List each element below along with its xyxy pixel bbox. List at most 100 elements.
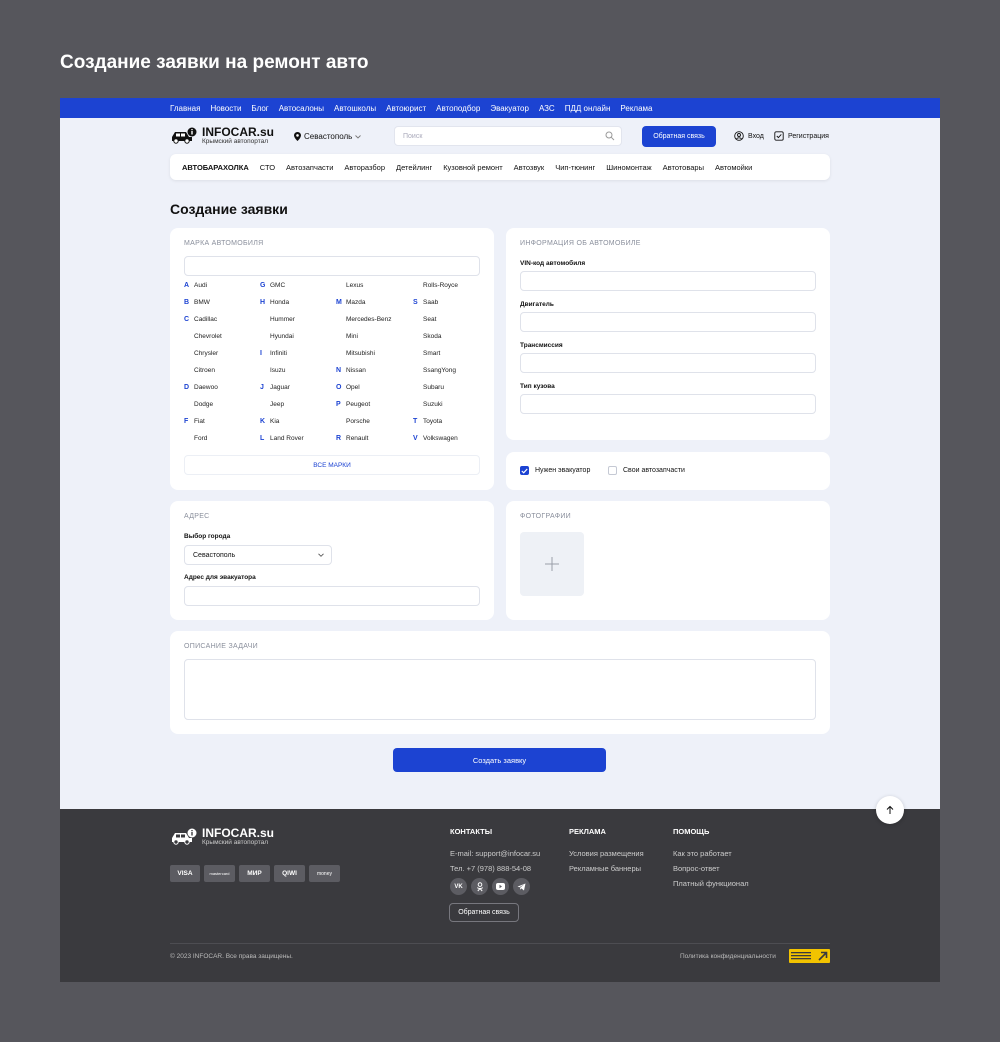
- search-icon[interactable]: [605, 131, 615, 141]
- cat-chip-tuning[interactable]: Чип-тюнинг: [555, 163, 595, 172]
- brand-item[interactable]: Citroen: [194, 367, 215, 374]
- all-brands-button[interactable]: ВСЕ МАРКИ: [184, 455, 480, 475]
- brand-item[interactable]: Jaguar: [270, 384, 290, 391]
- youtube-icon[interactable]: [492, 878, 509, 895]
- brand-item[interactable]: Smart: [423, 350, 440, 357]
- login-link[interactable]: Вход: [734, 131, 764, 141]
- cat-body-repair[interactable]: Кузовной ремонт: [443, 163, 502, 172]
- city-selector[interactable]: Севастополь: [294, 132, 362, 141]
- brand-item[interactable]: Saab: [423, 299, 438, 306]
- site-logo[interactable]: INFOCAR.su Крымский автопортал: [170, 126, 274, 145]
- brand-item[interactable]: Seat: [423, 316, 436, 323]
- brand-item[interactable]: BMW: [194, 299, 210, 306]
- brand-item[interactable]: GMC: [270, 282, 285, 289]
- help-paid-features-link[interactable]: Платный функционал: [673, 879, 749, 888]
- brand-item[interactable]: Fiat: [194, 418, 205, 425]
- privacy-policy-link[interactable]: Политика конфиденциальности: [680, 953, 776, 960]
- description-textarea[interactable]: [184, 659, 816, 720]
- topnav-item-dealers[interactable]: Автосалоны: [279, 104, 324, 113]
- brand-item[interactable]: Lexus: [346, 282, 363, 289]
- vk-icon[interactable]: VK: [450, 878, 467, 895]
- topnav-item-tow-truck[interactable]: Эвакуатор: [490, 104, 529, 113]
- brand-item[interactable]: Land Rover: [270, 435, 304, 442]
- telegram-icon[interactable]: [513, 878, 530, 895]
- create-request-button[interactable]: Создать заявку: [393, 748, 606, 772]
- cat-car-audio[interactable]: Автозвук: [514, 163, 545, 172]
- brand-item[interactable]: Chrysler: [194, 350, 218, 357]
- brand-item[interactable]: SsangYong: [423, 367, 456, 374]
- brand-item[interactable]: Porsche: [346, 418, 370, 425]
- brand-item[interactable]: Mitsubishi: [346, 350, 375, 357]
- topnav-item-news[interactable]: Новости: [210, 104, 241, 113]
- vin-input[interactable]: [520, 271, 816, 291]
- cat-flea-market[interactable]: АВТОБАРАХОЛКА: [182, 163, 249, 172]
- brand-item[interactable]: Rolls-Royce: [423, 282, 458, 289]
- help-how-it-works-link[interactable]: Как это работает: [673, 849, 749, 858]
- brand-item[interactable]: Peugeot: [346, 401, 370, 408]
- city-select[interactable]: Севастополь: [184, 545, 332, 565]
- brand-item[interactable]: Opel: [346, 384, 360, 391]
- contact-email[interactable]: E-mail: support@infocar.su: [450, 849, 540, 858]
- brand-item[interactable]: Isuzu: [270, 367, 286, 374]
- tow-checkbox[interactable]: [520, 466, 529, 475]
- engine-input[interactable]: [520, 312, 816, 332]
- ads-terms-link[interactable]: Условия размещения: [569, 849, 644, 858]
- brand-item[interactable]: Skoda: [423, 333, 441, 340]
- topnav-item-home[interactable]: Главная: [170, 104, 200, 113]
- brand-item[interactable]: Nissan: [346, 367, 366, 374]
- brand-item[interactable]: Dodge: [194, 401, 213, 408]
- brand-item[interactable]: Infiniti: [270, 350, 287, 357]
- topnav-item-lawyer[interactable]: Автоюрист: [386, 104, 426, 113]
- brand-item[interactable]: Hyundai: [270, 333, 294, 340]
- topnav-item-blog[interactable]: Блог: [251, 104, 268, 113]
- brand-item[interactable]: Renault: [346, 435, 368, 442]
- topnav-item-driving-schools[interactable]: Автошколы: [334, 104, 376, 113]
- brand-item[interactable]: Hummer: [270, 316, 295, 323]
- brand-search-input[interactable]: [184, 256, 480, 276]
- brand-item[interactable]: Audi: [194, 282, 207, 289]
- cat-service-stations[interactable]: СТО: [260, 163, 275, 172]
- footer-logo[interactable]: INFOCAR.su Крымский автопортал: [170, 827, 274, 846]
- ads-banners-link[interactable]: Рекламные баннеры: [569, 864, 644, 873]
- brand-item[interactable]: Cadillac: [194, 316, 217, 323]
- brand-item[interactable]: Mazda: [346, 299, 366, 306]
- brand-item[interactable]: Jeep: [270, 401, 284, 408]
- own-parts-option[interactable]: Свои автозапчасти: [608, 466, 685, 475]
- own-parts-checkbox[interactable]: [608, 466, 617, 475]
- cat-auto-goods[interactable]: Автотовары: [663, 163, 704, 172]
- cat-auto-parts[interactable]: Автозапчасти: [286, 163, 333, 172]
- developer-badge[interactable]: [789, 949, 830, 963]
- brand-item[interactable]: Daewoo: [194, 384, 218, 391]
- register-link[interactable]: Регистрация: [774, 131, 829, 141]
- transmission-input[interactable]: [520, 353, 816, 373]
- cat-tire-service[interactable]: Шиномонтаж: [606, 163, 651, 172]
- feedback-button[interactable]: Обратная связь: [642, 126, 716, 147]
- tow-address-input[interactable]: [184, 586, 480, 606]
- tow-option[interactable]: Нужен эвакуатор: [520, 466, 590, 475]
- cat-car-wash[interactable]: Автомойки: [715, 163, 752, 172]
- footer-feedback-button[interactable]: Обратная связь: [449, 903, 519, 922]
- brand-item[interactable]: Mini: [346, 333, 358, 340]
- topnav-item-traffic-rules[interactable]: ПДД онлайн: [565, 104, 611, 113]
- brand-item[interactable]: Toyota: [423, 418, 442, 425]
- body-type-input[interactable]: [520, 394, 816, 414]
- brand-item[interactable]: Honda: [270, 299, 289, 306]
- brand-item[interactable]: Ford: [194, 435, 207, 442]
- topnav-item-gas-stations[interactable]: АЗС: [539, 104, 555, 113]
- brand-item[interactable]: Kia: [270, 418, 279, 425]
- odnoklassniki-icon[interactable]: [471, 878, 488, 895]
- help-faq-link[interactable]: Вопрос-ответ: [673, 864, 749, 873]
- brand-item[interactable]: Subaru: [423, 384, 444, 391]
- cat-detailing[interactable]: Детейлинг: [396, 163, 432, 172]
- contact-phone[interactable]: Тел. +7 (978) 888-54-08: [450, 864, 540, 873]
- search-input[interactable]: Поиск: [394, 126, 622, 146]
- brand-item[interactable]: Chevrolet: [194, 333, 222, 340]
- topnav-item-ads[interactable]: Реклама: [620, 104, 652, 113]
- brand-item[interactable]: Suzuki: [423, 401, 443, 408]
- add-photo-button[interactable]: [520, 532, 584, 596]
- brand-item[interactable]: Mercedes-Benz: [346, 316, 392, 323]
- cat-dismantling[interactable]: Авторазбор: [344, 163, 385, 172]
- topnav-item-car-selection[interactable]: Автоподбор: [436, 104, 480, 113]
- scroll-to-top-button[interactable]: [876, 796, 904, 824]
- brand-item[interactable]: Volkswagen: [423, 435, 458, 442]
